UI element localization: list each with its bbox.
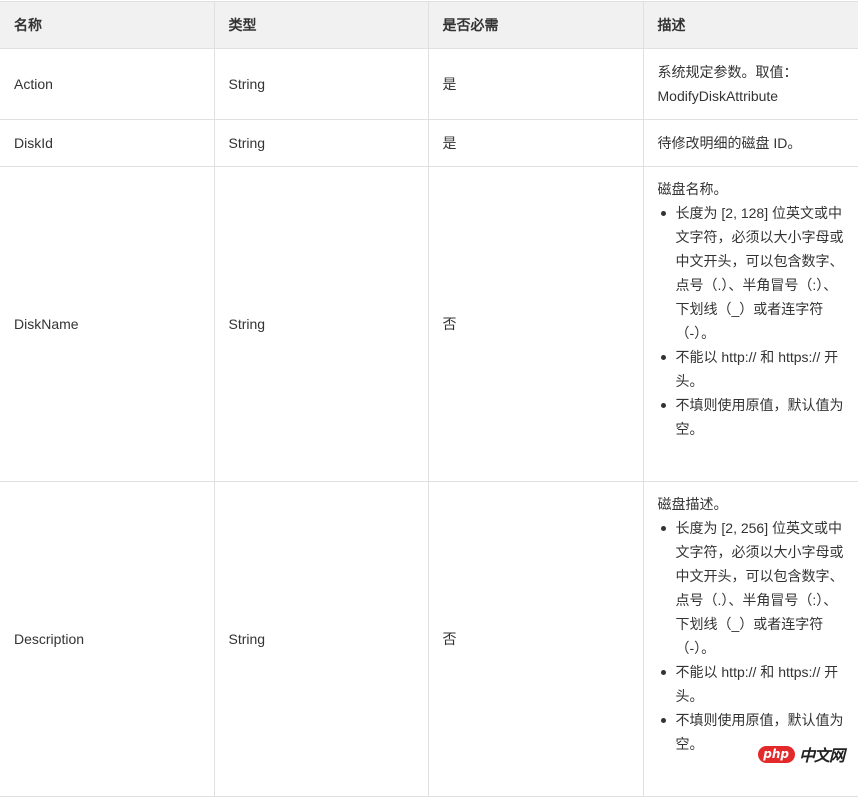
description-line: 系统规定参数。取值： xyxy=(657,64,798,80)
param-type: String xyxy=(213,481,429,797)
parameters-table: 名称 类型 是否必需 描述 Action String 是 系统规定参数。取值：… xyxy=(0,1,858,797)
rule-item: 不填则使用原值，默认值为空。 xyxy=(660,393,845,441)
description-lead: 磁盘描述。 xyxy=(657,496,728,512)
php-logo-badge: php xyxy=(758,745,795,763)
rule-item: 不能以 http:// 和 https:// 开头。 xyxy=(660,660,845,708)
param-name: Action xyxy=(0,48,215,120)
table-row: DiskName String 否 磁盘名称。 长度为 [2, 128] 位英文… xyxy=(0,166,858,482)
description-rules-list: 长度为 [2, 128] 位英文或中文字符，必须以大小字母或中文开头，可以包含数… xyxy=(658,201,845,441)
table-header-row: 名称 类型 是否必需 描述 xyxy=(0,1,858,49)
param-description: 磁盘名称。 长度为 [2, 128] 位英文或中文字符，必须以大小字母或中文开头… xyxy=(642,166,858,482)
table-row: Description String 否 磁盘描述。 长度为 [2, 256] … xyxy=(0,481,858,797)
table-row: DiskId String 是 待修改明细的磁盘 ID。 xyxy=(0,119,858,167)
param-required: 是 xyxy=(427,119,644,167)
param-required: 是 xyxy=(427,48,644,120)
header-type: 类型 xyxy=(213,1,429,49)
param-type: String xyxy=(213,166,429,482)
rule-item: 不能以 http:// 和 https:// 开头。 xyxy=(660,345,845,393)
description-rules-list: 长度为 [2, 256] 位英文或中文字符，必须以大小字母或中文开头，可以包含数… xyxy=(658,516,845,756)
watermark-text: 中文网 xyxy=(798,748,845,765)
param-required: 否 xyxy=(427,481,644,797)
rule-item: 长度为 [2, 128] 位英文或中文字符，必须以大小字母或中文开头，可以包含数… xyxy=(660,201,845,345)
php-cn-watermark: php 中文网 xyxy=(758,742,845,766)
description-line: 待修改明细的磁盘 ID。 xyxy=(657,135,802,151)
param-name: Description xyxy=(0,481,215,797)
param-description: 系统规定参数。取值： ModifyDiskAttribute xyxy=(642,48,858,120)
header-description: 描述 xyxy=(642,1,858,49)
description-lead: 磁盘名称。 xyxy=(657,181,728,197)
header-required: 是否必需 xyxy=(427,1,644,49)
header-name: 名称 xyxy=(0,1,215,49)
param-description: 待修改明细的磁盘 ID。 xyxy=(642,119,858,167)
param-name: DiskName xyxy=(0,166,215,482)
table-row: Action String 是 系统规定参数。取值： ModifyDiskAtt… xyxy=(0,48,858,120)
param-name: DiskId xyxy=(0,119,215,167)
description-line: ModifyDiskAttribute xyxy=(657,88,779,104)
param-required: 否 xyxy=(427,166,644,482)
param-type: String xyxy=(213,48,429,120)
rule-item: 长度为 [2, 256] 位英文或中文字符，必须以大小字母或中文开头，可以包含数… xyxy=(660,516,845,660)
param-type: String xyxy=(213,119,429,167)
